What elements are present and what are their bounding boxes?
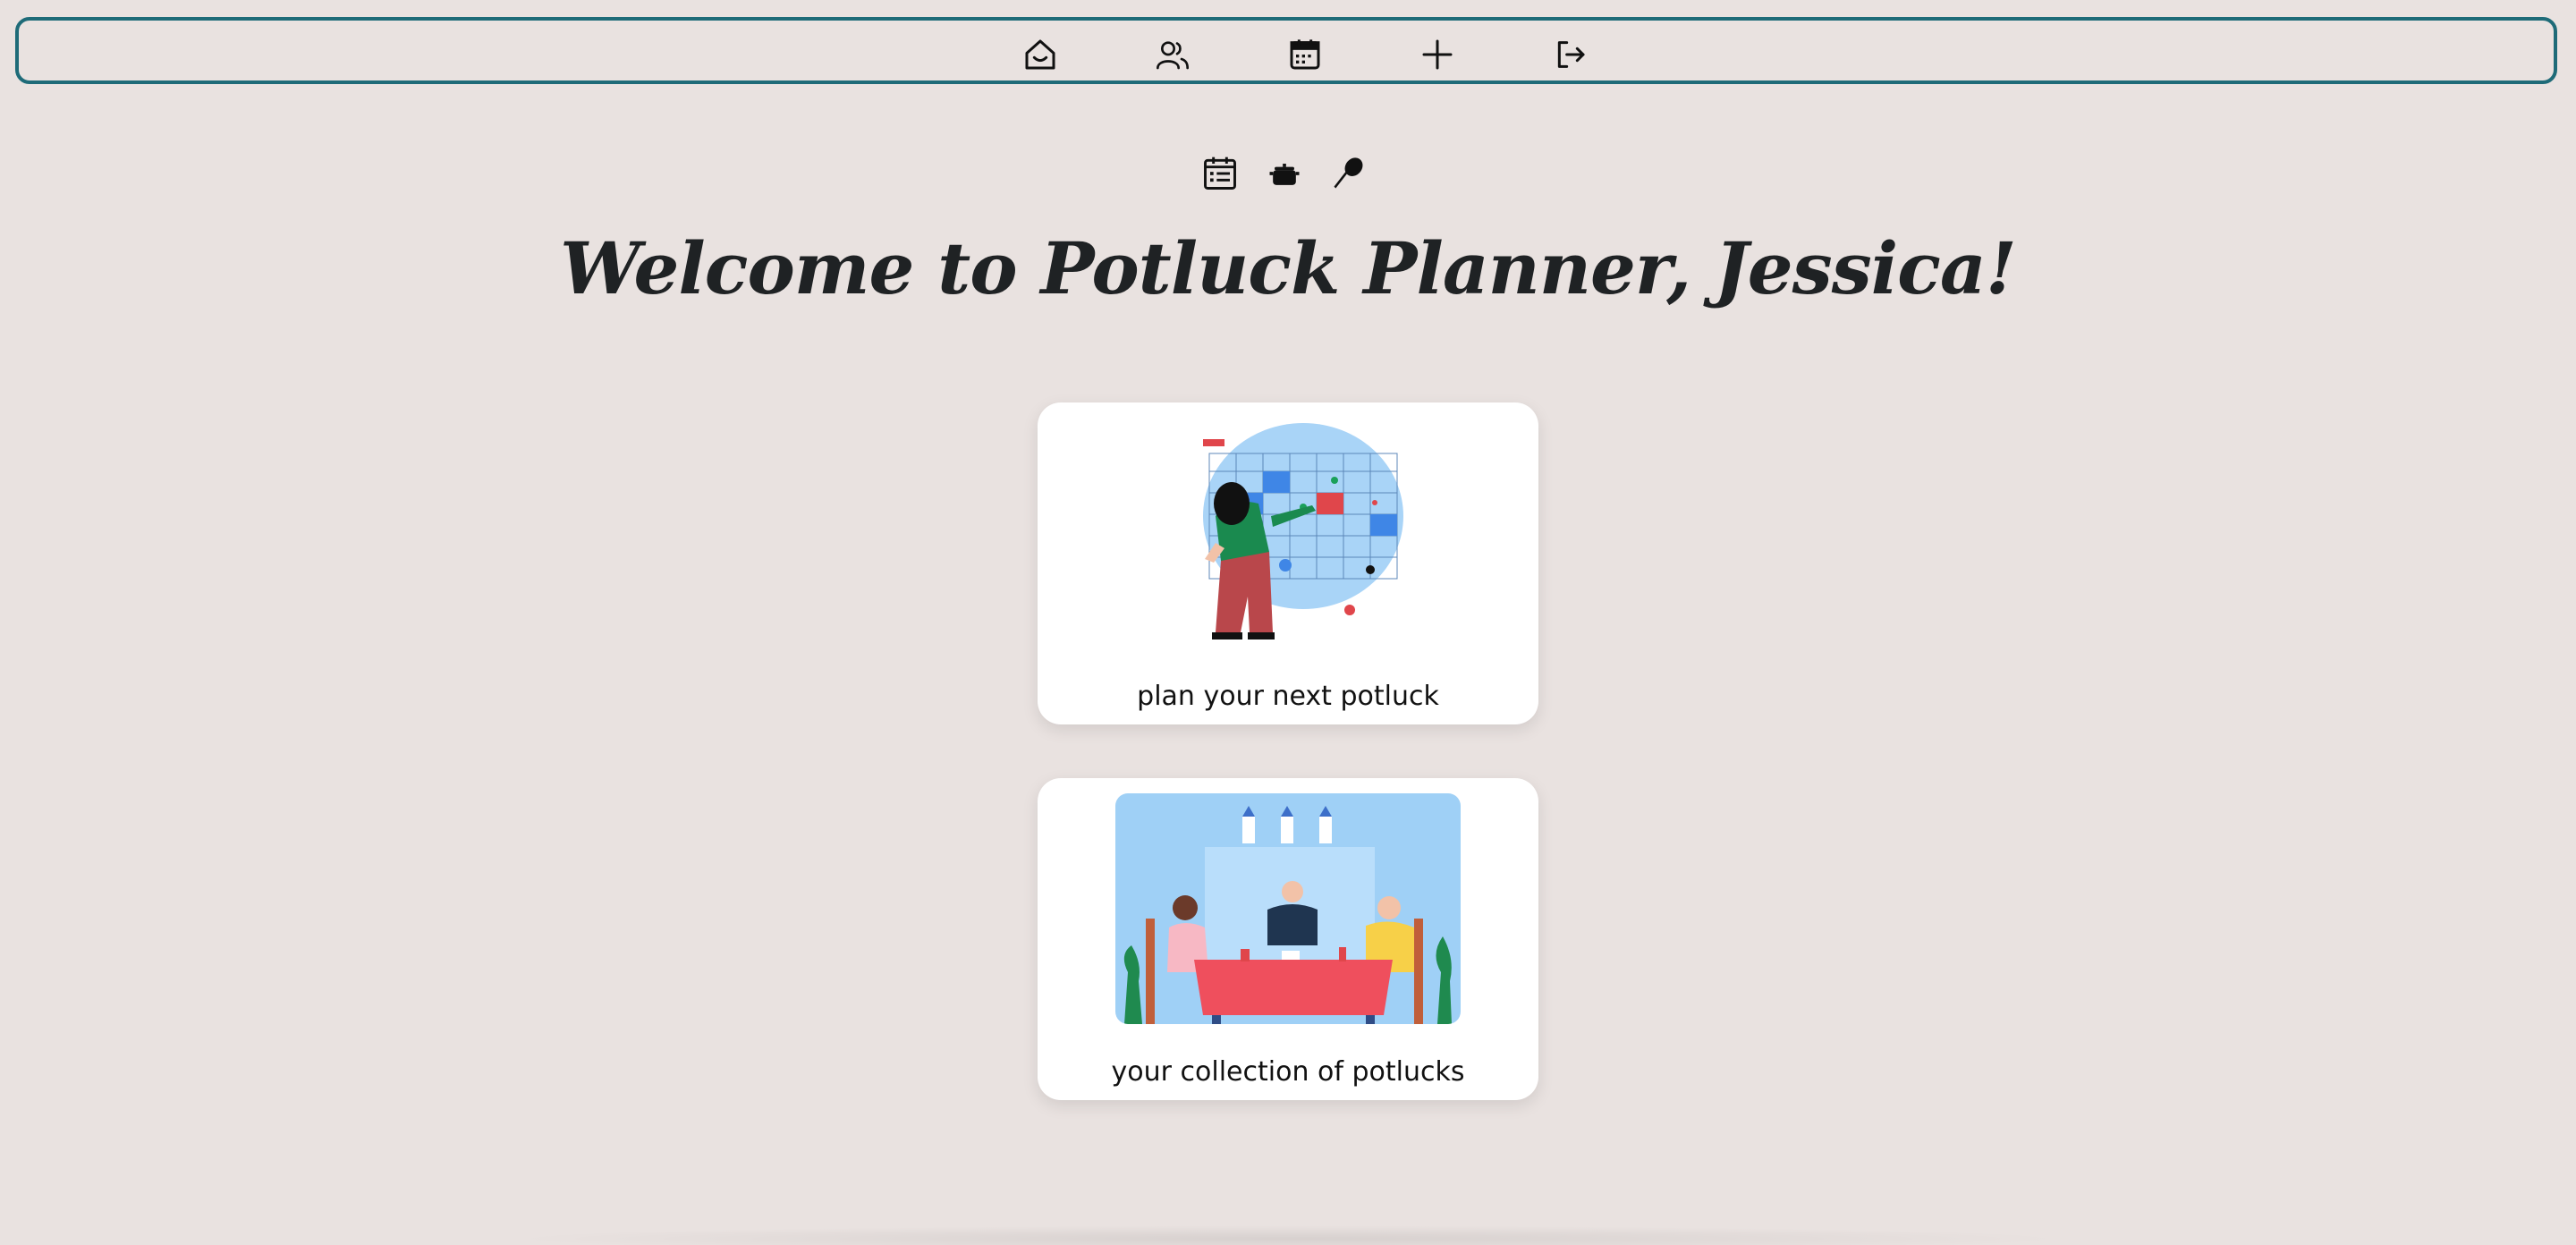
nav-logout-button[interactable] <box>1550 35 1589 74</box>
calendar-planning-illustration <box>1115 418 1461 648</box>
top-navbar <box>15 17 2557 84</box>
nav-add-button[interactable] <box>1418 35 1457 74</box>
plus-icon <box>1422 39 1453 70</box>
home-icon <box>1025 39 1055 70</box>
page-title: Welcome to Potluck Planner, Jessica! <box>560 226 2017 310</box>
logout-icon <box>1557 41 1585 68</box>
users-icon <box>1157 41 1189 70</box>
decorative-icon-row <box>1199 152 1377 197</box>
nav-calendar-button[interactable] <box>1285 35 1325 74</box>
calendar-icon <box>1290 39 1320 70</box>
bottom-shadow <box>501 1225 2075 1245</box>
nav-friends-button[interactable] <box>1153 35 1192 74</box>
pot-icon <box>1263 152 1306 195</box>
calendar-list-icon <box>1199 152 1241 195</box>
potluck-collection-card[interactable]: your collection of potlucks <box>1038 778 1538 1100</box>
nav-home-button[interactable] <box>1021 35 1060 74</box>
plan-potluck-card[interactable]: plan your next potluck <box>1038 402 1538 724</box>
friends-dining-illustration <box>1115 793 1461 1024</box>
page: Welcome to Potluck Planner, Jessica! pla… <box>0 0 2576 1245</box>
nav-icons <box>1003 35 1611 74</box>
potluck-collection-label: your collection of potlucks <box>1111 1056 1465 1088</box>
plan-potluck-label: plan your next potluck <box>1137 681 1439 712</box>
spoon-icon <box>1327 152 1370 195</box>
